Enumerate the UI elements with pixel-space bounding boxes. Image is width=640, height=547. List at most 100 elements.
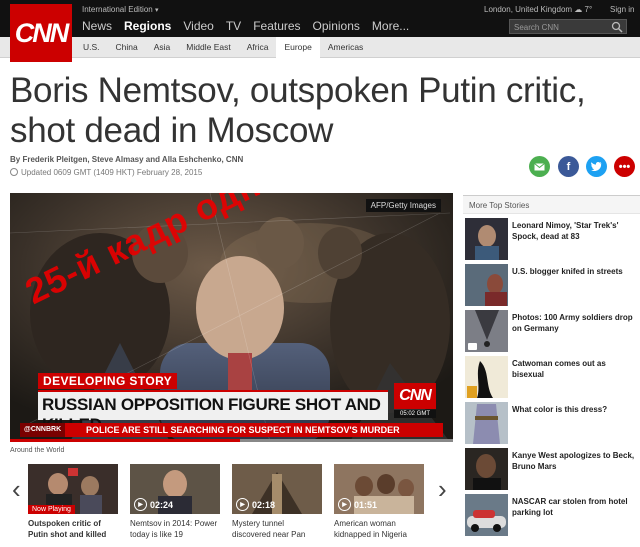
chevron-down-icon: ▾ xyxy=(154,7,159,14)
share-facebook-button[interactable]: f xyxy=(558,156,579,177)
story-title: Photos: 100 Army soldiers drop on German… xyxy=(512,313,633,333)
nav-tv[interactable]: TV xyxy=(226,19,241,33)
sign-in-link[interactable]: Sign in xyxy=(610,5,634,14)
duration-text: 01:51 xyxy=(354,499,378,510)
news-ticker: @CNNBRK POLICE ARE STILL SEARCHING FOR S… xyxy=(20,423,443,437)
carousel-card[interactable]: ▶ 02:18 Mystery tunnel discovered near Pa… xyxy=(232,464,322,540)
carousel-card[interactable]: ▶ 02:24 Nemtsov in 2014: Power today is l… xyxy=(130,464,220,540)
share-more-button[interactable]: ••• xyxy=(614,156,635,177)
chevron-left-icon: ‹ xyxy=(12,474,21,504)
edition-selector[interactable]: International Edition ▾ xyxy=(82,5,158,14)
sidebar-story[interactable]: NASCAR car stolen from hotel parking lot xyxy=(463,494,640,538)
byline: By Frederik Pleitgen, Steve Almasy and A… xyxy=(10,155,244,164)
top-bar: International Edition ▾ News Regions Vid… xyxy=(0,0,640,37)
carousel-heading: Around the World xyxy=(10,447,65,454)
clock-icon xyxy=(10,168,18,176)
main-nav: News Regions Video TV Features Opinions … xyxy=(82,19,409,33)
temperature: 7° xyxy=(584,5,593,14)
sidebar-story[interactable]: U.S. blogger knifed in streets xyxy=(463,264,640,308)
play-icon: ▶ xyxy=(134,498,147,511)
sidebar-story[interactable]: Leonard Nimoy, 'Star Trek's' Spock, dead… xyxy=(463,218,640,262)
developing-story-label: DEVELOPING STORY xyxy=(38,373,178,389)
subnav-middle-east[interactable]: Middle East xyxy=(178,37,238,58)
lower-third-banner: RUSSIAN OPPOSITION FIGURE SHOT AND KILLE… xyxy=(38,390,388,434)
card-caption: American woman kidnapped in Nigeria xyxy=(334,519,407,539)
sidebar-story[interactable]: Kanye West apologizes to Beck, Bruno Mar… xyxy=(463,448,640,492)
story-title: U.S. blogger knifed in streets xyxy=(512,267,623,276)
story-thumbnail xyxy=(465,356,508,398)
camera-icon xyxy=(468,343,477,350)
card-duration: ▶ 02:24 xyxy=(134,498,173,511)
now-playing-badge: Now Playing xyxy=(28,505,75,514)
sidebar-story[interactable]: Photos: 100 Army soldiers drop on German… xyxy=(463,310,640,354)
sidebar-story[interactable]: Catwoman comes out as bisexual xyxy=(463,356,640,400)
more-top-stories: More Top Stories xyxy=(463,195,640,214)
cnn-bug-logo: CNN xyxy=(394,383,436,409)
nav-opinions[interactable]: Opinions xyxy=(313,19,360,33)
story-thumbnail xyxy=(465,218,508,260)
nav-regions[interactable]: Regions xyxy=(124,19,171,33)
card-caption: Outspoken critic of Putin shot and kille… xyxy=(28,519,107,539)
sub-nav: U.S. China Asia Middle East Africa Europ… xyxy=(0,37,640,58)
duration-text: 02:24 xyxy=(150,499,174,510)
story-title: What color is this dress? xyxy=(512,405,608,414)
story-thumbnail xyxy=(465,310,508,352)
play-icon: ▶ xyxy=(338,498,351,511)
card-thumbnail: Now Playing xyxy=(28,464,118,514)
story-title: Leonard Nimoy, 'Star Trek's' Spock, dead… xyxy=(512,221,619,241)
subnav-africa[interactable]: Africa xyxy=(239,37,277,58)
share-mail-button[interactable] xyxy=(529,156,550,177)
video-progress-bar[interactable] xyxy=(10,439,453,442)
video-player[interactable]: AFP/Getty Images 25-й кадр однако DEVELO… xyxy=(10,193,453,442)
video-progress-fill xyxy=(10,439,241,442)
edition-label: International Edition xyxy=(82,5,153,14)
story-thumbnail xyxy=(465,448,508,490)
nav-news[interactable]: News xyxy=(82,19,112,33)
carousel-next-button[interactable]: › xyxy=(438,476,447,502)
photo-credit: AFP/Getty Images xyxy=(365,199,441,212)
location-label: London, United Kingdom xyxy=(484,5,573,14)
nav-more[interactable]: More... xyxy=(372,19,409,33)
page-title: Boris Nemtsov, outspoken Putin critic, s… xyxy=(10,71,586,150)
story-title: NASCAR car stolen from hotel parking lot xyxy=(512,497,628,517)
nav-features[interactable]: Features xyxy=(253,19,300,33)
sidebar-story[interactable]: What color is this dress? xyxy=(463,402,640,446)
ticker-message: POLICE ARE STILL SEARCHING FOR SUSPECT I… xyxy=(86,425,400,435)
duration-text: 02:18 xyxy=(252,499,276,510)
ticker-tag: @CNNBRK xyxy=(20,423,66,437)
card-duration: ▶ 02:18 xyxy=(236,498,275,511)
updated-timestamp: Updated 0609 GMT (1409 HKT) February 28,… xyxy=(10,168,202,177)
subnav-china[interactable]: China xyxy=(108,37,146,58)
carousel-card[interactable]: ▶ 01:51 American woman kidnapped in Niger… xyxy=(334,464,424,540)
weather-location[interactable]: London, United Kingdom ☁ 7° xyxy=(484,5,592,14)
subnav-asia[interactable]: Asia xyxy=(146,37,179,58)
mail-icon xyxy=(534,162,545,170)
search-input[interactable] xyxy=(514,21,609,33)
nav-video[interactable]: Video xyxy=(183,19,213,33)
card-caption: Mystery tunnel discovered near Pan xyxy=(232,519,306,539)
card-thumbnail: ▶ 01:51 xyxy=(334,464,424,514)
weather-icon: ☁ xyxy=(574,5,583,14)
twitter-icon xyxy=(591,162,602,171)
broadcast-time: 05:02 GMT xyxy=(394,410,436,418)
subnav-europe[interactable]: Europe xyxy=(276,37,320,58)
search-icon[interactable] xyxy=(611,21,623,33)
subnav-americas[interactable]: Americas xyxy=(320,37,371,58)
story-thumbnail xyxy=(465,264,508,306)
logo-text: CNN xyxy=(14,17,69,48)
card-thumbnail: ▶ 02:18 xyxy=(232,464,322,514)
story-thumbnail xyxy=(465,402,508,444)
card-duration: ▶ 01:51 xyxy=(338,498,377,511)
story-title: Catwoman comes out as bisexual xyxy=(512,359,606,379)
carousel-card[interactable]: Now Playing Outspoken critic of Putin sh… xyxy=(28,464,118,540)
chevron-right-icon: › xyxy=(438,474,447,504)
search-box xyxy=(509,19,627,34)
updated-text: Updated 0609 GMT (1409 HKT) February 28,… xyxy=(21,168,203,177)
cnn-logo[interactable]: CNN xyxy=(10,4,72,62)
share-twitter-button[interactable] xyxy=(586,156,607,177)
carousel-prev-button[interactable]: ‹ xyxy=(12,476,21,502)
sidebar-title: More Top Stories xyxy=(463,195,640,214)
card-thumbnail: ▶ 02:24 xyxy=(130,464,220,514)
subnav-us[interactable]: U.S. xyxy=(75,37,108,58)
story-title: Kanye West apologizes to Beck, Bruno Mar… xyxy=(512,451,635,471)
